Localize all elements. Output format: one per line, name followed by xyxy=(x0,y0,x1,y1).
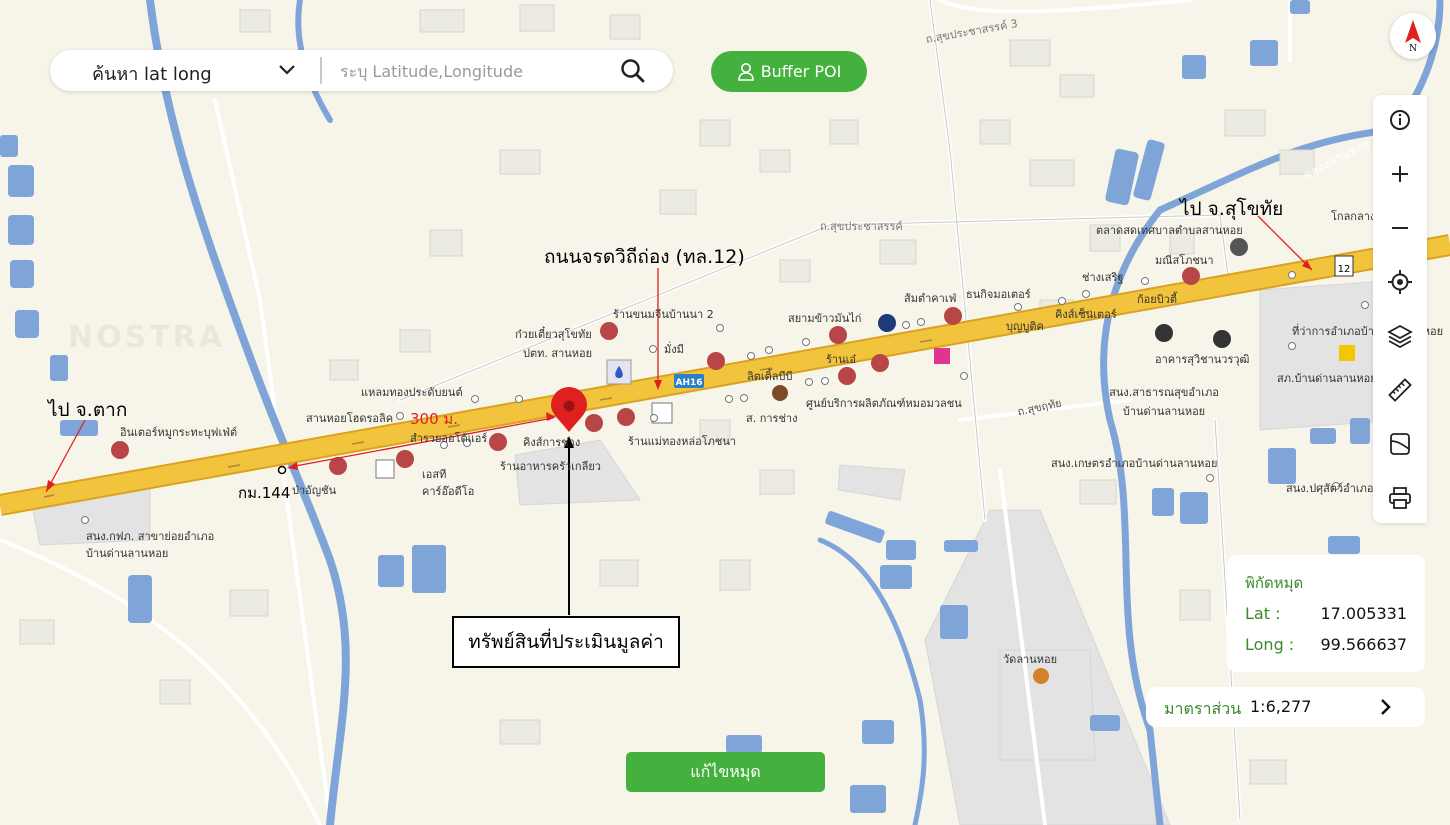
map-label: สภ.บ้านด่านลานหอย xyxy=(1277,372,1377,385)
edit-pin-label: แก้ไขหมุด xyxy=(690,761,761,781)
scale-label: มาตราส่วน xyxy=(1164,699,1242,718)
map-label: ลิตเติ้ลบีบี xyxy=(747,370,793,383)
map-label: สนง.กฟภ. สาขาย่อยอำเภอบ้านด่านลานหอย xyxy=(86,530,215,560)
print-icon[interactable] xyxy=(1386,484,1414,512)
map-label: ส. การช่าง xyxy=(746,412,798,425)
buffer-poi-label: Buffer POI xyxy=(760,62,842,81)
search-bar: ค้นหา lat long xyxy=(50,50,673,91)
map-toolbar xyxy=(1373,95,1427,523)
coordinate-title: พิกัดหมุด xyxy=(1245,574,1304,592)
map-label: มณีสโภชนา xyxy=(1155,254,1214,267)
search-input[interactable] xyxy=(338,56,612,86)
map-label: ร้านแม่ทองหล่อโภชนา xyxy=(628,435,737,448)
map-label: คาร์อ๊อดีโอ xyxy=(422,485,475,498)
map-label: บุญบูติค xyxy=(1006,320,1044,333)
lat-value: 17.005331 xyxy=(1320,604,1407,623)
watermark: NOSTRA xyxy=(68,320,225,355)
search-mode-select[interactable]: ค้นหา lat long xyxy=(92,59,212,88)
scale-value: 1:6,277 xyxy=(1250,697,1312,716)
info-icon[interactable] xyxy=(1386,106,1414,134)
long-label: Long : xyxy=(1245,635,1295,654)
svg-text:N: N xyxy=(1409,44,1417,54)
map-label: วัดลานหอย xyxy=(1003,653,1058,666)
map-label: ธนกิจมอเตอร์ xyxy=(966,288,1031,301)
long-value: 99.566637 xyxy=(1320,635,1407,654)
map-label: ศูนย์บริการผลิตภัณฑ์หมอมวลชน xyxy=(806,397,962,410)
route-12-shield: 12 xyxy=(1338,264,1351,275)
ruler-icon[interactable] xyxy=(1386,376,1414,404)
layers-icon[interactable] xyxy=(1386,322,1414,350)
map-label: ป่าอัญชัน xyxy=(292,484,337,497)
map-label: สนง.เกษตรอำเภอบ้านด่านลานหอย xyxy=(1051,457,1218,470)
chevron-down-icon[interactable] xyxy=(276,59,298,81)
map-label: ปตท. สานหอย xyxy=(523,347,593,360)
map-label: อินเตอร์หมูกระทะบุฟเฟ่ต์ xyxy=(120,426,238,439)
asset-label-box: ทรัพย์สินที่ประเมินมูลค่า xyxy=(452,616,680,668)
map-label: ร้านขนมจีนบ้านนา 2 xyxy=(613,308,714,321)
map-label: เอสที xyxy=(422,468,447,481)
map-label: ร้านอาหารครัวเกลียว xyxy=(500,460,601,473)
scale-panel: มาตราส่วน 1:6,277 xyxy=(1146,687,1425,727)
ah16-shield: AH16 xyxy=(675,378,702,388)
map-label: ก้อยบิวตี้ xyxy=(1137,293,1178,306)
to-tak-annotation: ไป จ.ตาก xyxy=(48,399,128,421)
locate-icon[interactable] xyxy=(1386,268,1414,296)
lat-label: Lat : xyxy=(1245,604,1281,623)
map-label: สยามข้าวมันไก่ xyxy=(788,312,862,325)
map-label: ส้มตำคาเฟ่ xyxy=(904,292,957,305)
map-label: ก๋วยเตี๋ยวสุโขทัย xyxy=(515,328,592,341)
search-divider xyxy=(320,57,322,84)
road-annotation: ถนนจรดวิถีถ่อง (ทล.12) xyxy=(544,246,745,268)
search-icon[interactable] xyxy=(618,56,648,86)
compass-button[interactable]: N xyxy=(1390,13,1436,59)
map-label: มั่งมี xyxy=(664,343,684,356)
compass-icon: N xyxy=(1405,20,1421,54)
distance-label: 300 ม. xyxy=(410,410,459,428)
map-label: สำรวยออโต้แอร์ xyxy=(410,432,488,445)
to-sukhothai-annotation: ไป จ.สุโขทัย xyxy=(1180,198,1284,220)
map-label: คิงส์การช่าง xyxy=(523,436,581,449)
zoom-in-icon[interactable] xyxy=(1386,160,1414,188)
coordinate-panel: พิกัดหมุด Lat : 17.005331 Long : 99.5666… xyxy=(1227,555,1425,672)
zoom-out-icon[interactable] xyxy=(1386,214,1414,242)
map-label: ช่างเสริฐ xyxy=(1082,271,1124,284)
edit-pin-button[interactable]: แก้ไขหมุด xyxy=(626,752,825,792)
user-pin-icon xyxy=(737,62,754,81)
map-label: โกลกลาง xyxy=(1331,210,1376,223)
chevron-right-icon[interactable] xyxy=(1374,695,1398,719)
map-style-icon[interactable] xyxy=(1386,430,1414,458)
asset-label: ทรัพย์สินที่ประเมินมูลค่า xyxy=(468,631,664,653)
map-label: คิงส์เซ็นเตอร์ xyxy=(1055,308,1117,321)
buffer-poi-button[interactable]: Buffer POI xyxy=(711,51,867,92)
road-label: ถ.สุขประชาสรรค์ xyxy=(820,220,903,233)
map-label: สานหอยโฮดรอลิค xyxy=(306,412,394,425)
map-label: สนง.สาธารณสุขอำเภอบ้านด่านลานหอย xyxy=(1109,386,1219,418)
km-marker-label: กม.144 xyxy=(238,484,291,502)
map-label: อาคารสุวิชานวรวุฒิ xyxy=(1155,353,1250,366)
map-label: แหลมทองประดับยนต์ xyxy=(361,386,463,399)
map-label: ร้านเอ๋ xyxy=(826,353,856,366)
map-label: สนง.ปศุสัตว์อำเภอ xyxy=(1286,482,1374,495)
